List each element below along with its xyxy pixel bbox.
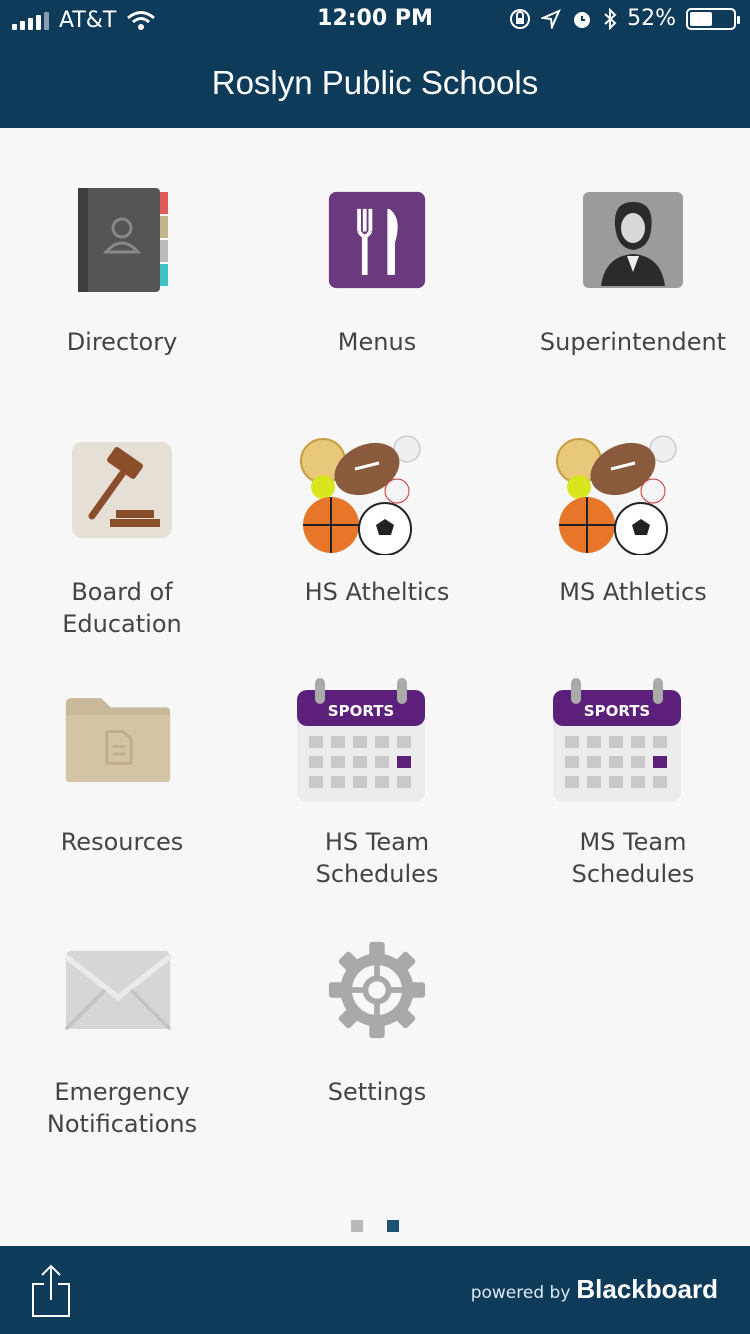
- fork-knife-icon: [327, 180, 427, 300]
- gavel-icon: [72, 430, 172, 550]
- tile-label: HS Atheltics: [304, 578, 450, 606]
- location-icon: [541, 8, 562, 29]
- tile-label: Directory: [66, 328, 178, 356]
- battery-icon: [686, 7, 740, 30]
- bluetooth-icon: [604, 7, 617, 30]
- powered-by-prefix: powered by: [470, 1283, 571, 1303]
- app-header: AT&T 12:00 PM 52% Roslyn Public Schools: [0, 0, 750, 128]
- tile-label: MS Athletics: [559, 578, 707, 606]
- share-button[interactable]: [30, 1264, 72, 1322]
- tile-label: Board of Education: [62, 578, 182, 638]
- powered-by: powered by Blackboard: [471, 1274, 718, 1305]
- tile-label: HS Team Schedules: [315, 828, 439, 888]
- sports-balls-icon: [300, 430, 427, 555]
- orientation-lock-icon: [510, 8, 531, 29]
- sports-calendar-icon: SPORTS: [553, 678, 683, 802]
- page-indicator[interactable]: [0, 1220, 750, 1232]
- svg-text:SPORTS: SPORTS: [584, 702, 650, 720]
- page-dot-2[interactable]: [387, 1220, 399, 1232]
- sports-balls-icon: [556, 430, 683, 555]
- tile-label: Emergency Notifications: [46, 1078, 198, 1138]
- blackboard-logo: Blackboard: [576, 1274, 718, 1304]
- envelope-icon: [64, 930, 172, 1050]
- alarm-icon: [574, 11, 591, 28]
- app-footer: powered by Blackboard: [0, 1246, 750, 1334]
- sports-calendar-icon: SPORTS: [297, 678, 427, 802]
- tile-label: Menus: [337, 328, 417, 356]
- page-title: Roslyn Public Schools: [211, 64, 539, 101]
- battery-percent: 52%: [627, 6, 676, 31]
- share-icon: [32, 1264, 70, 1317]
- tile-label: Resources: [60, 828, 184, 856]
- gear-icon: [327, 930, 427, 1050]
- status-bar: AT&T 12:00 PM 52%: [0, 0, 750, 40]
- page-dot-1[interactable]: [351, 1220, 363, 1232]
- folder-icon: [65, 680, 172, 800]
- person-portrait-icon: [583, 180, 683, 300]
- svg-text:SPORTS: SPORTS: [328, 702, 394, 720]
- directory-book-icon: [72, 180, 172, 300]
- tile-label: Settings: [327, 1078, 427, 1106]
- tile-label: Superintendent: [539, 328, 727, 356]
- tile-label: MS Team Schedules: [571, 828, 695, 888]
